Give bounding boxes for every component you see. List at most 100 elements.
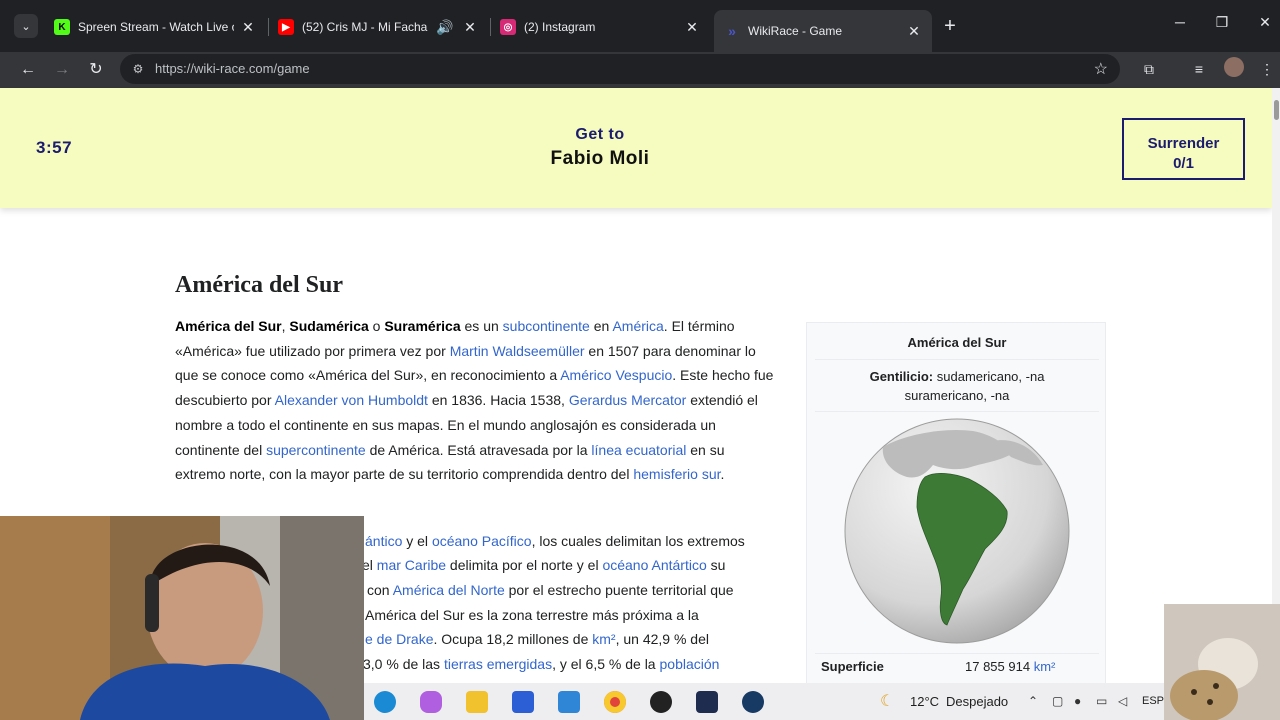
kick-icon: K [54,19,70,35]
tab-youtube[interactable]: ▶ (52) Cris MJ - Mi Facha (Vid 🔊 ✕ [268,10,488,44]
tab-instagram[interactable]: ◎ (2) Instagram ✕ [490,10,710,44]
article-link[interactable]: océano Pacífico [432,533,532,549]
article-link[interactable]: km² [592,631,615,647]
article-link[interactable]: mar Caribe [377,557,446,573]
minimize-icon[interactable]: ─ [1170,14,1190,30]
surrender-label: Surrender [1147,134,1220,152]
text-run: el [362,557,377,573]
forward-arrow-icon[interactable]: → [50,58,74,82]
webcam-feed [0,516,364,720]
article-link[interactable]: supercontinente [266,442,366,458]
streamer-webcam [0,516,364,720]
bold-term: América del Sur [175,318,282,334]
close-icon[interactable]: ✕ [906,23,922,40]
profile-avatar[interactable] [1224,57,1244,77]
browser-toolbar: ← → ↻ ⚙ https://wiki-race.com/game ☆ [0,52,1280,88]
article-link[interactable]: tierras emergidas [444,656,552,672]
pet-webcam [1164,604,1280,720]
article-link[interactable]: América [612,318,663,334]
article-link[interactable]: población [660,656,720,672]
store-icon[interactable] [512,691,534,713]
close-icon[interactable]: ✕ [684,19,700,36]
article-title: América del Sur [175,272,343,298]
article-link[interactable]: Martin Waldseemüller [450,343,585,359]
new-tab-icon[interactable]: + [940,16,960,36]
text-run: , los cuales delimitan los extremos [531,533,745,549]
text-run: , un 42,9 % del [615,631,709,647]
url-text[interactable]: https://wiki-race.com/game [155,61,310,76]
tab-title: Spreen Stream - Watch Live on [78,20,234,34]
chrome-icon[interactable] [604,691,626,713]
article-link[interactable]: e de Drake [365,631,433,647]
volume-icon[interactable]: ◁ [1118,694,1127,708]
extensions-puzzle-icon[interactable]: ⧉ [1138,58,1160,80]
bookmark-star-icon[interactable]: ☆ [1094,59,1108,79]
text-run: y el [402,533,432,549]
instagram-icon: ◎ [500,19,516,35]
tab-spreen-stream[interactable]: K Spreen Stream - Watch Live on ✕ [44,10,266,44]
bold-term: Sudamérica [289,318,369,334]
window-close-icon[interactable]: ✕ [1255,14,1275,31]
infobox-title: América del Sur [907,335,1007,350]
text-run: con [367,582,393,598]
article-link[interactable]: hemisferio sur [633,466,720,482]
text-run: 3,0 % de las [363,656,444,672]
weather-temp[interactable]: 12°C [910,694,939,709]
microphone-icon[interactable]: ● [1074,694,1081,708]
article-link[interactable]: ántico [365,533,402,549]
obs-icon[interactable] [650,691,672,713]
tab-title: (2) Instagram [524,20,596,34]
tab-title: (52) Cris MJ - Mi Facha (Vid [302,20,428,34]
language-indicator[interactable]: ESP [1142,695,1164,707]
close-icon[interactable]: ✕ [462,19,478,36]
surrender-count: 0/1 [1173,154,1194,172]
text-run: es un [460,318,503,334]
text-run: su [706,557,726,573]
article-link[interactable]: América del Norte [393,582,505,598]
tab-search-chevron-icon[interactable]: ⌄ [14,14,38,38]
restore-icon[interactable]: ❐ [1212,14,1232,31]
tray-app-icon[interactable]: ▢ [1052,694,1063,708]
network-icon[interactable]: ▭ [1096,694,1107,708]
article-link[interactable]: Alexander von Humboldt [275,392,428,408]
weather-desc[interactable]: Despejado [946,694,1008,709]
media-control-icon[interactable]: ≡ [1188,58,1210,80]
infobox-gentilicio: Gentilicio: sudamericano, -na suramerica… [807,367,1107,405]
weather-moon-icon: ☾ [880,693,895,710]
article-link[interactable]: subcontinente [503,318,590,334]
back-arrow-icon[interactable]: ← [16,58,40,82]
goal-block: Get to Fabio Moli [0,126,1200,170]
gentilicio-value-2: suramericano, -na [904,388,1010,403]
speaker-icon[interactable]: 🔊 [434,19,456,36]
article-link[interactable]: Gerardus Mercator [569,392,686,408]
outlook-icon[interactable] [558,691,580,713]
superficie-label: Superficie [821,659,884,674]
app-icon[interactable] [696,691,718,713]
paragraph-line: e de Drake. Ocupa 18,2 millones de km², … [365,627,775,652]
text-run: en 1836. Hacia 1538, [427,392,569,409]
youtube-icon: ▶ [278,19,294,35]
tray-chevron-icon[interactable]: ⌃ [1028,694,1038,708]
km2-link[interactable]: km² [1034,659,1056,674]
edge-icon[interactable] [374,691,396,713]
tab-wikirace[interactable]: » WikiRace - Game ✕ [714,10,932,52]
tab-title: WikiRace - Game [748,24,843,38]
article-link[interactable]: océano Antártico [602,557,706,573]
surrender-button[interactable]: Surrender 0/1 [1122,118,1245,180]
intro-paragraph: América del Sur, Sudamérica o Suramérica… [175,314,775,487]
address-bar[interactable]: ⚙ https://wiki-race.com/game ☆ [120,54,1120,84]
article-link[interactable]: línea ecuatorial [591,442,686,458]
copilot-icon[interactable] [420,691,442,713]
infobox-divider [815,359,1099,360]
menu-kebab-icon[interactable]: ⋮ [1256,58,1278,80]
scrollbar-thumb[interactable] [1274,100,1279,120]
gentilicio-label: Gentilicio: [869,369,934,384]
orthographic-globe-map[interactable] [843,417,1071,645]
steam-icon[interactable] [742,691,764,713]
scrollbar[interactable] [1272,88,1280,688]
site-settings-icon[interactable]: ⚙ [130,61,146,77]
file-explorer-icon[interactable] [466,691,488,713]
close-icon[interactable]: ✕ [240,19,256,36]
article-link[interactable]: Américo Vespucio [560,367,672,383]
reload-icon[interactable]: ↻ [84,58,108,82]
